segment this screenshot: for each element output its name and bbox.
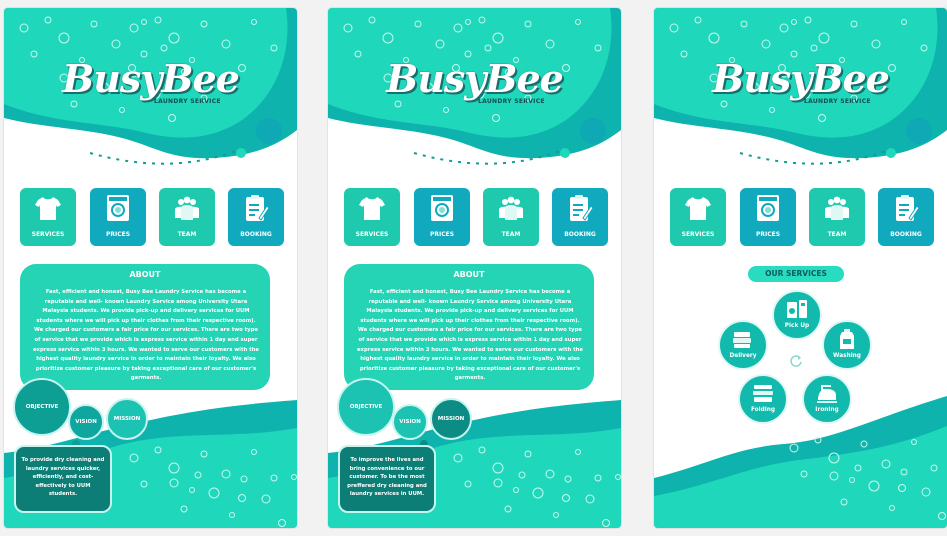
nav-label: SERVICES (681, 231, 715, 238)
service-ironing[interactable]: Ironing (802, 374, 852, 424)
iron-icon (817, 385, 837, 403)
logo-subtitle: LAUNDRY SERVICE (804, 98, 871, 105)
decor-circle (560, 148, 570, 158)
service-label: Washing (833, 353, 861, 359)
logo-subtitle: LAUNDRY SERVICE (154, 98, 221, 105)
nav-prices-button[interactable]: PRICES (90, 188, 146, 246)
logo-text: BusyBee (62, 56, 240, 101)
statement-text: To provide dry cleaning and laundry serv… (21, 457, 105, 498)
team-icon (499, 196, 523, 220)
vision-bubble[interactable]: VISION (68, 404, 104, 440)
objective-bubble[interactable]: OBJECTIVE (337, 378, 395, 436)
service-label: Ironing (815, 407, 839, 413)
nav-label: PRICES (105, 231, 131, 238)
about-card: ABOUT Fast, efficient and honest, Busy B… (20, 264, 270, 390)
nav-label: SERVICES (355, 231, 389, 238)
service-label: Pick Up (784, 323, 810, 329)
nav-label: SERVICES (31, 231, 65, 238)
logo-text: BusyBee (712, 56, 890, 101)
objective-bubble[interactable]: OBJECTIVE (13, 378, 71, 436)
detergent-icon (840, 329, 854, 349)
cycle-icon (790, 355, 802, 367)
logo: BusyBee LAUNDRY SERVICE (4, 56, 297, 105)
nav-services-button[interactable]: SERVICES (20, 188, 76, 246)
statement-card: To provide dry cleaning and laundry serv… (14, 445, 112, 513)
nav-label: BOOKING (564, 231, 596, 238)
logo-subtitle: LAUNDRY SERVICE (478, 98, 545, 105)
washing-machine-icon (431, 195, 453, 221)
decor-circle (886, 148, 896, 158)
service-folding[interactable]: Folding (738, 374, 788, 424)
nav-team-button[interactable]: TEAM (809, 188, 865, 246)
about-text: Fast, efficient and honest, Busy Bee Lau… (32, 289, 260, 382)
pickup-icon (787, 300, 807, 318)
about-card: ABOUT Fast, efficient and honest, Busy B… (344, 264, 594, 390)
logo-text: BusyBee (386, 56, 564, 101)
nav-label: TEAM (827, 231, 847, 238)
service-washing[interactable]: Washing (822, 320, 872, 370)
clipboard-icon (245, 194, 270, 222)
nav-booking-button[interactable]: BOOKING (878, 188, 934, 246)
about-title: ABOUT (453, 270, 485, 279)
washing-machine-icon (757, 195, 779, 221)
team-icon (825, 196, 849, 220)
service-delivery[interactable]: Delivery (718, 320, 768, 370)
nav-team-button[interactable]: TEAM (159, 188, 215, 246)
nav-label: TEAM (501, 231, 521, 238)
service-pickup[interactable]: Pick Up (772, 290, 822, 340)
nav-booking-button[interactable]: BOOKING (228, 188, 284, 246)
nav-team-button[interactable]: TEAM (483, 188, 539, 246)
nav-label: PRICES (755, 231, 781, 238)
nav-prices-button[interactable]: PRICES (414, 188, 470, 246)
decor-circle (580, 118, 606, 144)
service-label: Folding (750, 407, 776, 413)
main-nav: SERVICES PRICES TEAM BOOKING (342, 188, 608, 246)
screen-about-mission: BusyBee LAUNDRY SERVICE SERVICES PRICES … (328, 8, 621, 528)
main-nav: SERVICES PRICES TEAM BOOKING (18, 188, 284, 246)
tshirt-icon (685, 197, 711, 220)
mission-bubble[interactable]: MISSION (430, 398, 472, 440)
folded-clothes-icon (753, 385, 773, 402)
about-text: Fast, efficient and honest, Busy Bee Lau… (356, 289, 584, 382)
tshirt-icon (35, 197, 61, 220)
decor-circle (256, 118, 282, 144)
washing-machine-icon (107, 195, 129, 221)
vision-bubble[interactable]: VISION (392, 404, 428, 440)
decor-circle (906, 118, 932, 144)
delivery-icon (733, 332, 751, 348)
service-label: Delivery (729, 353, 757, 359)
statement-text: To improve the lives and bring convenien… (347, 457, 427, 498)
about-title: ABOUT (129, 270, 161, 279)
clipboard-icon (895, 194, 920, 222)
logo: BusyBee LAUNDRY SERVICE (654, 56, 947, 105)
nav-label: TEAM (177, 231, 197, 238)
nav-services-button[interactable]: SERVICES (670, 188, 726, 246)
main-nav: SERVICES PRICES TEAM BOOKING (668, 188, 934, 246)
nav-prices-button[interactable]: PRICES (740, 188, 796, 246)
mission-bubble[interactable]: MISSION (106, 398, 148, 440)
tshirt-icon (359, 197, 385, 220)
logo: BusyBee LAUNDRY SERVICE (328, 56, 621, 105)
nav-label: BOOKING (890, 231, 922, 238)
nav-label: BOOKING (240, 231, 272, 238)
nav-services-button[interactable]: SERVICES (344, 188, 400, 246)
decor-circle (236, 148, 246, 158)
statement-card: To improve the lives and bring convenien… (338, 445, 436, 513)
screen-our-services: BusyBee LAUNDRY SERVICE SERVICES PRICES … (654, 8, 947, 528)
nav-booking-button[interactable]: BOOKING (552, 188, 608, 246)
screen-about-objective: BusyBee LAUNDRY SERVICE SERVICES PRICES … (4, 8, 297, 528)
nav-label: PRICES (429, 231, 455, 238)
services-title: OUR SERVICES (748, 266, 844, 282)
clipboard-icon (569, 194, 594, 222)
team-icon (175, 196, 199, 220)
